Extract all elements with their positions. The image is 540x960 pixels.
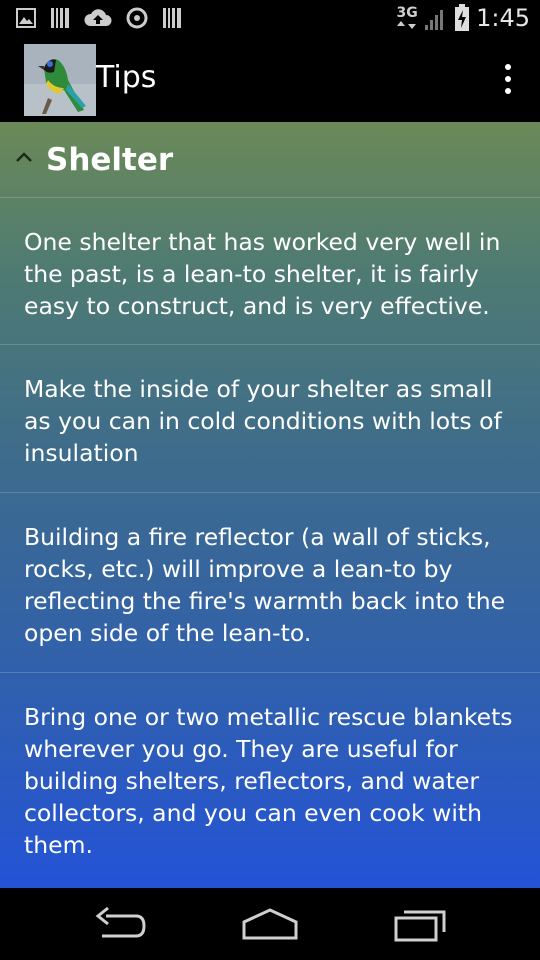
chevron-up-icon	[16, 152, 32, 162]
gallery-icon	[16, 8, 36, 28]
home-icon[interactable]	[240, 904, 300, 944]
section-header-shelter[interactable]: Shelter	[0, 122, 540, 198]
data-arrows-icon	[397, 21, 417, 29]
tip-text: Building a fire reflector (a wall of sti…	[24, 523, 506, 647]
tips-list: Shelter One shelter that has worked very…	[0, 122, 540, 888]
recents-icon[interactable]	[392, 904, 452, 944]
tip-text: Bring one or two metallic rescue blanket…	[24, 703, 513, 859]
back-icon[interactable]	[92, 904, 148, 944]
network-type-label: 3G	[396, 5, 418, 21]
barcode-icon-2	[163, 8, 181, 28]
network-type-indicator: 3G	[396, 6, 418, 30]
bird-icon[interactable]	[24, 44, 96, 116]
tip-text: Make the inside of your shelter as small…	[24, 375, 502, 467]
list-item[interactable]: One shelter that has worked very well in…	[0, 197, 540, 345]
tip-text: One shelter that has worked very well in…	[24, 228, 501, 320]
list-item[interactable]: Building a fire reflector (a wall of sti…	[0, 492, 540, 673]
section-title: Shelter	[46, 142, 174, 178]
list-item[interactable]: Make the inside of your shelter as small…	[0, 344, 540, 493]
page-title: Tips	[96, 60, 157, 95]
battery-charging-icon	[455, 4, 470, 31]
status-bar: 3G 1:45	[0, 0, 540, 38]
cloud-upload-icon	[84, 9, 112, 26]
navigation-bar	[0, 888, 540, 960]
sync-icon	[126, 7, 148, 29]
list-item[interactable]: Bring one or two metallic rescue blanket…	[0, 672, 540, 889]
action-bar: Tips	[0, 38, 540, 122]
status-time: 1:45	[476, 4, 530, 32]
overflow-menu-icon[interactable]	[498, 64, 518, 98]
barcode-icon	[51, 8, 69, 28]
signal-icon	[425, 10, 444, 30]
